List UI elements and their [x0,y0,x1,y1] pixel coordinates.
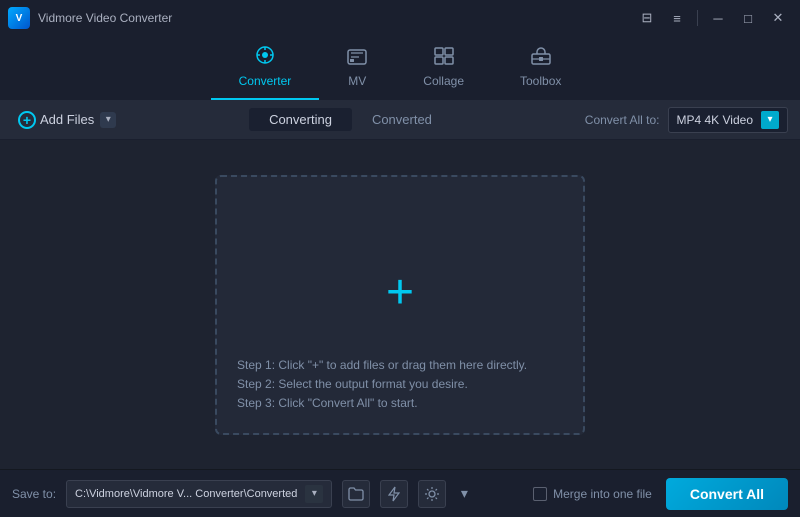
tab-collage[interactable]: Collage [395,39,492,100]
tab-toolbox-label: Toolbox [520,74,561,88]
toolbox-icon [531,47,551,70]
flash-icon-btn[interactable] [380,480,408,508]
main-content: + Step 1: Click "+" to add files or drag… [0,140,800,469]
title-separator [697,10,698,26]
drop-zone-steps: Step 1: Click "+" to add files or drag t… [237,358,563,415]
step-1: Step 1: Click "+" to add files or drag t… [237,358,563,372]
collage-icon [434,47,454,70]
settings-dropdown-btn[interactable]: ▾ [456,480,472,508]
close-button[interactable]: ✕ [764,4,792,32]
settings-icon-btn[interactable] [418,480,446,508]
add-files-icon: + [18,111,36,129]
toolbar-center: Converting Converted [116,108,585,131]
add-files-label: Add Files [40,112,94,127]
merge-checkbox-label[interactable]: Merge into one file [533,487,652,501]
maximize-button[interactable]: □ [734,4,762,32]
save-path-dropdown[interactable]: ▾ [305,485,323,503]
title-bar: V Vidmore Video Converter ⊟ ≡ ─ □ ✕ [0,0,800,36]
app-logo: V [8,7,30,29]
toolbar: + Add Files ▾ Converting Converted Conve… [0,100,800,140]
bottom-right: Merge into one file Convert All [533,478,788,510]
merge-checkbox[interactable] [533,487,547,501]
merge-label: Merge into one file [553,487,652,501]
convert-all-to-label: Convert All to: [585,113,660,127]
menu-button[interactable]: ≡ [663,4,691,32]
message-button[interactable]: ⊟ [633,4,661,32]
app-title: Vidmore Video Converter [38,11,172,25]
save-to-label: Save to: [12,487,56,501]
step-2: Step 2: Select the output format you des… [237,377,563,391]
bottom-bar: Save to: C:\Vidmore\Vidmore V... Convert… [0,469,800,517]
tab-converter-label: Converter [239,74,292,88]
minimize-button[interactable]: ─ [704,4,732,32]
save-path-value: C:\Vidmore\Vidmore V... Converter\Conver… [75,488,297,500]
drop-zone-plus-icon: + [386,269,414,317]
format-value: MP4 4K Video [677,113,754,127]
tab-toolbox[interactable]: Toolbox [492,39,589,100]
tab-collage-label: Collage [423,74,464,88]
convert-all-button[interactable]: Convert All [666,478,788,510]
format-select[interactable]: MP4 4K Video ▾ [668,107,789,133]
drop-zone[interactable]: + Step 1: Click "+" to add files or drag… [215,175,585,435]
folder-icon-btn[interactable] [342,480,370,508]
title-bar-left: V Vidmore Video Converter [8,7,172,29]
logo-text: V [16,13,23,24]
converting-tab[interactable]: Converting [249,108,352,131]
toolbar-right: Convert All to: MP4 4K Video ▾ [585,107,788,133]
tab-mv-label: MV [348,74,366,88]
mv-icon [347,49,367,70]
nav-tabs: Converter MV Collage [0,36,800,100]
title-bar-controls: ⊟ ≡ ─ □ ✕ [633,4,792,32]
step-3: Step 3: Click "Convert All" to start. [237,396,563,410]
tab-mv[interactable]: MV [319,41,395,100]
add-files-dropdown[interactable]: ▾ [100,112,116,128]
converted-tab[interactable]: Converted [352,108,452,131]
save-path[interactable]: C:\Vidmore\Vidmore V... Converter\Conver… [66,480,332,508]
add-files-button[interactable]: + Add Files [12,107,100,133]
converter-icon [255,45,275,70]
format-dropdown-arrow: ▾ [761,111,779,129]
tab-converter[interactable]: Converter [211,37,320,100]
